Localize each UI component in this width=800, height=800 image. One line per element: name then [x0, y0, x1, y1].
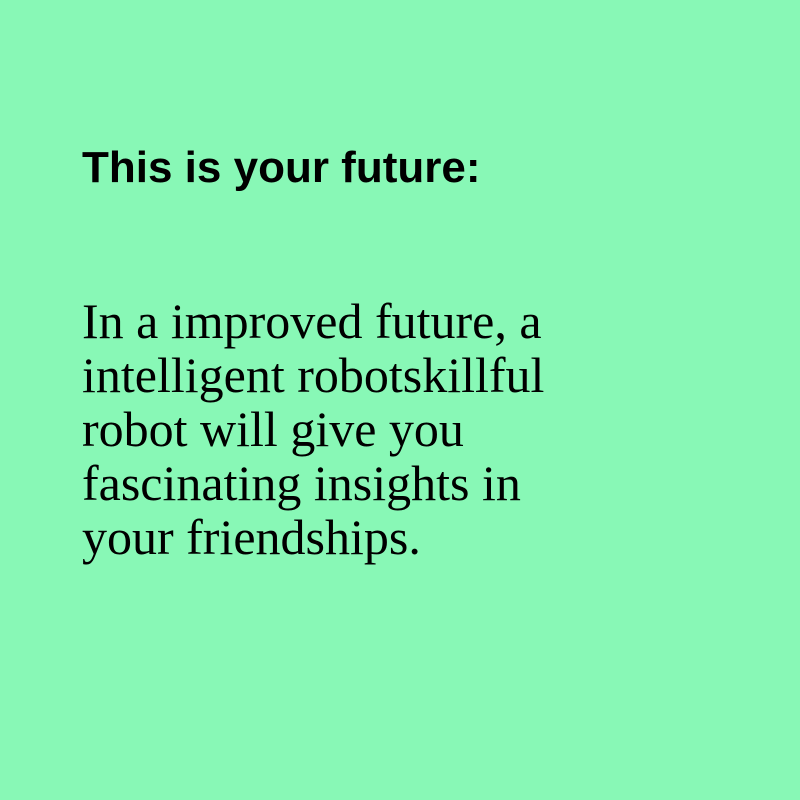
- future-card: This is your future: In a improved futur…: [0, 0, 800, 800]
- body-line: your friendships.: [82, 509, 421, 565]
- body-line: fascinating insights in: [82, 455, 521, 511]
- body-line: In a improved future, a: [82, 293, 542, 349]
- card-heading: This is your future:: [82, 143, 481, 192]
- card-body: In a improved future, a intelligent robo…: [82, 294, 682, 564]
- body-line: intelligent robotskillful: [82, 347, 545, 403]
- body-line: robot will give you: [82, 401, 464, 457]
